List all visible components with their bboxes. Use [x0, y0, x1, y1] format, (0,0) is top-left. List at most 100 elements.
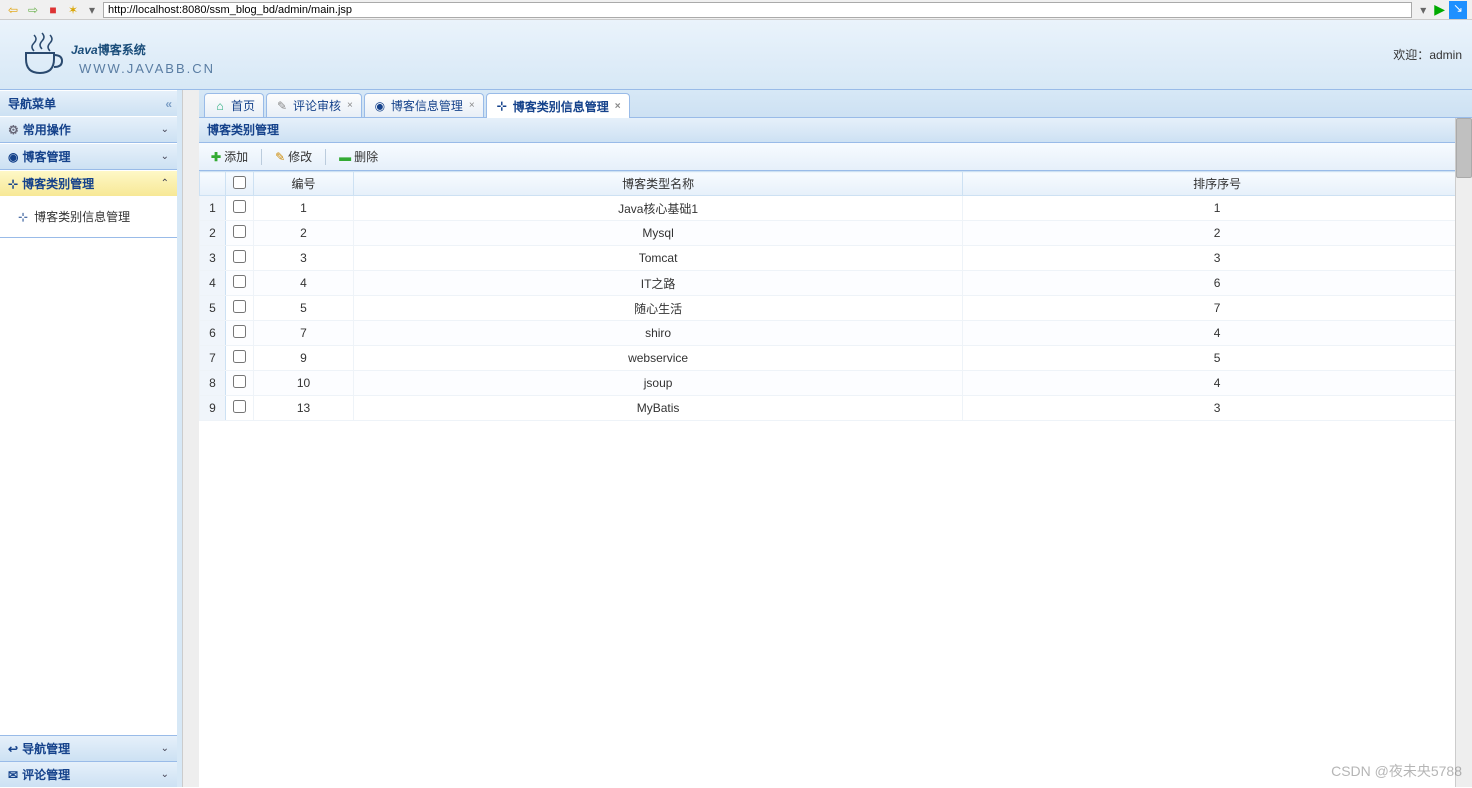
comment-icon: ✎: [275, 99, 289, 113]
col-name[interactable]: 博客类型名称: [354, 172, 963, 196]
scrollbar-thumb[interactable]: [1456, 118, 1472, 178]
tab-blog-info[interactable]: ◉ 博客信息管理 ×: [364, 93, 484, 117]
stop-icon[interactable]: ■: [45, 2, 61, 18]
add-button[interactable]: ✚ 添加: [203, 146, 256, 167]
tree-icon: ⊹: [495, 99, 509, 113]
sidebar-item-label: 博客管理: [22, 144, 70, 170]
table-row[interactable]: 22Mysql2: [200, 221, 1472, 246]
chevron-down-icon: ⌄: [161, 762, 169, 788]
sidebar-item-label: 导航管理: [22, 736, 70, 762]
content-scrollbar[interactable]: [1455, 118, 1472, 787]
name-cell: MyBatis: [354, 396, 963, 421]
url-input[interactable]: [103, 2, 1412, 18]
checkbox-cell: [226, 296, 254, 321]
blog-icon: ◉: [8, 144, 18, 170]
edit-button-label: 修改: [288, 148, 312, 165]
tab-label: 评论审核: [293, 97, 341, 114]
id-cell: 1: [254, 196, 354, 221]
col-order[interactable]: 排序序号: [963, 172, 1472, 196]
table-row[interactable]: 44IT之路6: [200, 271, 1472, 296]
checkbox-cell: [226, 221, 254, 246]
table-row[interactable]: 913MyBatis3: [200, 396, 1472, 421]
sidebar-item-comment-manage[interactable]: ✉评论管理 ⌄: [0, 761, 177, 787]
checkbox-cell: [226, 321, 254, 346]
tree-item-category-info[interactable]: ⊹ 博客类别信息管理: [8, 204, 169, 229]
order-cell: 7: [963, 296, 1472, 321]
table-row[interactable]: 33Tomcat3: [200, 246, 1472, 271]
close-icon[interactable]: ×: [469, 100, 475, 111]
close-icon[interactable]: ×: [347, 100, 353, 111]
sidebar-item-nav-manage[interactable]: ↩导航管理 ⌄: [0, 735, 177, 761]
coffee-cup-icon: [18, 31, 66, 79]
row-checkbox[interactable]: [233, 225, 246, 238]
checkbox-cell: [226, 396, 254, 421]
tab-category-info[interactable]: ⊹ 博客类别信息管理 ×: [486, 93, 630, 118]
sidebar-item-blog-manage[interactable]: ◉博客管理 ⌄: [0, 143, 177, 169]
name-cell: Mysql: [354, 221, 963, 246]
id-cell: 5: [254, 296, 354, 321]
comments-icon: ✉: [8, 762, 18, 788]
row-checkbox[interactable]: [233, 375, 246, 388]
name-cell: IT之路: [354, 271, 963, 296]
order-cell: 3: [963, 396, 1472, 421]
edit-button[interactable]: ✎ 修改: [267, 146, 320, 167]
go-icon[interactable]: ▶: [1434, 1, 1445, 18]
col-rownum: [200, 172, 226, 196]
select-all-checkbox[interactable]: [233, 176, 246, 189]
row-checkbox[interactable]: [233, 350, 246, 363]
table-row[interactable]: 67shiro4: [200, 321, 1472, 346]
refresh-icon[interactable]: ✶: [65, 2, 81, 18]
name-cell: 随心生活: [354, 296, 963, 321]
rownum-cell: 8: [200, 371, 226, 396]
back-icon[interactable]: ⇦: [5, 2, 21, 18]
row-checkbox[interactable]: [233, 250, 246, 263]
table-row[interactable]: 11Java核心基础11: [200, 196, 1472, 221]
delete-button[interactable]: ▬ 删除: [331, 146, 386, 167]
edit-icon: ✎: [275, 150, 285, 164]
order-cell: 1: [963, 196, 1472, 221]
sidebar-item-common[interactable]: ⚙常用操作 ⌄: [0, 116, 177, 142]
table-row[interactable]: 810jsoup4: [200, 371, 1472, 396]
sidebar-scrollbar[interactable]: [182, 90, 199, 787]
table-row[interactable]: 79webservice5: [200, 346, 1472, 371]
tab-label: 博客信息管理: [391, 97, 463, 114]
row-checkbox[interactable]: [233, 275, 246, 288]
app-header: Java博客系统 WWW.JAVABB.CN 欢迎：admin: [0, 20, 1472, 90]
id-cell: 13: [254, 396, 354, 421]
sidebar-item-category-manage[interactable]: ⊹博客类别管理 ⌃: [0, 170, 177, 196]
row-checkbox[interactable]: [233, 325, 246, 338]
history-dropdown-icon[interactable]: ▾: [85, 3, 99, 17]
rownum-cell: 5: [200, 296, 226, 321]
row-checkbox[interactable]: [233, 400, 246, 413]
rownum-cell: 3: [200, 246, 226, 271]
tab-home[interactable]: ⌂ 首页: [204, 93, 264, 117]
separator: [325, 149, 326, 165]
welcome-text: 欢迎：admin: [1393, 46, 1462, 63]
rownum-cell: 2: [200, 221, 226, 246]
checkbox-cell: [226, 246, 254, 271]
collapse-sidebar-icon[interactable]: «: [165, 91, 169, 117]
table-row[interactable]: 55随心生活7: [200, 296, 1472, 321]
chevron-down-icon: ⌄: [161, 736, 169, 762]
tab-comment-review[interactable]: ✎ 评论审核 ×: [266, 93, 362, 117]
id-cell: 10: [254, 371, 354, 396]
tab-label: 首页: [231, 97, 255, 114]
rownum-cell: 6: [200, 321, 226, 346]
row-checkbox[interactable]: [233, 200, 246, 213]
rownum-cell: 7: [200, 346, 226, 371]
col-id[interactable]: 编号: [254, 172, 354, 196]
row-checkbox[interactable]: [233, 300, 246, 313]
url-dropdown-icon[interactable]: ▾: [1416, 3, 1430, 17]
id-cell: 3: [254, 246, 354, 271]
browser-menu-icon[interactable]: ↘: [1449, 1, 1467, 19]
tree-icon: ⊹: [18, 210, 28, 224]
panel-title: 博客类别管理: [199, 118, 1472, 143]
order-cell: 4: [963, 371, 1472, 396]
close-icon[interactable]: ×: [615, 101, 621, 112]
back-icon: ↩: [8, 736, 18, 762]
sidebar-item-label: 常用操作: [23, 117, 71, 143]
tab-label: 博客类别信息管理: [513, 98, 609, 115]
home-icon: ⌂: [213, 99, 227, 113]
col-checkbox: [226, 172, 254, 196]
forward-icon[interactable]: ⇨: [25, 2, 41, 18]
